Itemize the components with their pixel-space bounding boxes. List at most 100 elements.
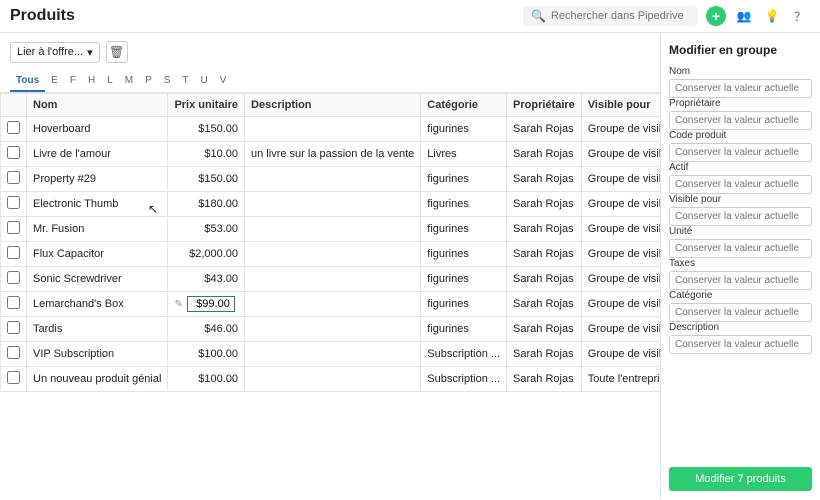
cell-prop[interactable]: Sarah Rojas — [507, 192, 582, 217]
cell-prop[interactable]: Sarah Rojas — [507, 317, 582, 342]
field-input[interactable] — [669, 111, 812, 130]
price-input[interactable] — [187, 296, 235, 312]
cell-prop[interactable]: Sarah Rojas — [507, 342, 582, 367]
row-checkbox[interactable] — [7, 371, 20, 384]
cell-desc[interactable] — [245, 117, 421, 142]
cell-prix[interactable]: $10.00 — [168, 142, 245, 167]
row-checkbox[interactable] — [7, 321, 20, 334]
cell-desc[interactable] — [245, 217, 421, 242]
alpha-h[interactable]: H — [82, 71, 101, 92]
cell-prop[interactable]: Sarah Rojas — [507, 117, 582, 142]
alpha-l[interactable]: L — [101, 71, 119, 92]
cell-vis[interactable]: Groupe de visibilité du propriétaire — [581, 267, 660, 292]
cell-vis[interactable]: Groupe de visibilité du propriétaire — [581, 342, 660, 367]
delete-button[interactable]: 🗑 — [106, 41, 128, 63]
cell-prix[interactable]: $43.00 — [168, 267, 245, 292]
cell-nom[interactable]: Flux Capacitor — [27, 242, 168, 267]
row-checkbox[interactable] — [7, 196, 20, 209]
field-input[interactable] — [669, 79, 812, 98]
cell-nom[interactable]: Sonic Screwdriver — [27, 267, 168, 292]
cell-cat[interactable]: Subscription ... — [421, 367, 507, 392]
alpha-m[interactable]: M — [119, 71, 139, 92]
cell-vis[interactable]: Groupe de visibilité du propriétaire — [581, 292, 660, 317]
cell-prop[interactable]: Sarah Rojas — [507, 242, 582, 267]
alpha-p[interactable]: P — [139, 71, 158, 92]
field-input[interactable] — [669, 303, 812, 322]
cell-cat[interactable]: figurines — [421, 167, 507, 192]
cell-vis[interactable]: Groupe de visibilité du propriétaire — [581, 217, 660, 242]
cell-prop[interactable]: Sarah Rojas — [507, 292, 582, 317]
cell-cat[interactable]: figurines — [421, 217, 507, 242]
cell-prop[interactable]: Sarah Rojas — [507, 142, 582, 167]
cell-vis[interactable]: Groupe de visibilité du propriétaire — [581, 167, 660, 192]
alpha-v[interactable]: V — [214, 71, 233, 92]
cell-prix[interactable]: $100.00 — [168, 342, 245, 367]
row-checkbox[interactable] — [7, 171, 20, 184]
alpha-tous[interactable]: Tous — [10, 71, 45, 92]
cell-nom[interactable]: Hoverboard — [27, 117, 168, 142]
cell-vis[interactable]: Toute l'entreprise — [581, 367, 660, 392]
cell-nom[interactable]: Un nouveau produit génial — [27, 367, 168, 392]
field-input[interactable] — [669, 143, 812, 162]
cell-cat[interactable]: figurines — [421, 117, 507, 142]
row-checkbox[interactable] — [7, 296, 20, 309]
cell-prop[interactable]: Sarah Rojas — [507, 367, 582, 392]
cell-desc[interactable] — [245, 342, 421, 367]
col-prix-unitaire[interactable]: Prix unitaire — [168, 94, 245, 117]
cell-nom[interactable]: Property #29 — [27, 167, 168, 192]
cell-cat[interactable]: figurines — [421, 267, 507, 292]
cell-cat[interactable]: Subscription ... — [421, 342, 507, 367]
cell-nom[interactable]: Electronic Thumb — [27, 192, 168, 217]
cell-vis[interactable]: Groupe de visibilité du propriétaire — [581, 317, 660, 342]
col-visible-pour[interactable]: Visible pour — [581, 94, 660, 117]
cell-cat[interactable]: figurines — [421, 292, 507, 317]
cell-desc[interactable] — [245, 292, 421, 317]
field-input[interactable] — [669, 207, 812, 226]
row-checkbox[interactable] — [7, 146, 20, 159]
cell-desc[interactable] — [245, 317, 421, 342]
cell-vis[interactable]: Groupe de visibilité du propriétaire — [581, 192, 660, 217]
cell-vis[interactable]: Groupe de visibilité du propriétaire — [581, 117, 660, 142]
cell-prop[interactable]: Sarah Rojas — [507, 267, 582, 292]
search-input[interactable] — [551, 10, 690, 22]
add-button[interactable]: + — [706, 6, 726, 26]
cell-prop[interactable]: Sarah Rojas — [507, 217, 582, 242]
bulb-icon[interactable]: 💡 — [762, 6, 782, 26]
cell-prix[interactable]: $100.00 — [168, 367, 245, 392]
cell-prix[interactable]: $150.00 — [168, 167, 245, 192]
cell-prix[interactable]: ✎ — [168, 292, 245, 317]
search-wrap[interactable]: 🔍 — [523, 6, 698, 26]
alpha-t[interactable]: T — [176, 71, 194, 92]
cell-prix[interactable]: $2,000.00 — [168, 242, 245, 267]
cell-cat[interactable]: figurines — [421, 242, 507, 267]
cell-desc[interactable]: un livre sur la passion de la vente — [245, 142, 421, 167]
cell-nom[interactable]: Lemarchand's Box — [27, 292, 168, 317]
alpha-e[interactable]: E — [45, 71, 64, 92]
cell-prix[interactable]: $46.00 — [168, 317, 245, 342]
field-input[interactable] — [669, 335, 812, 354]
cell-desc[interactable] — [245, 267, 421, 292]
link-offer-dropdown[interactable]: Lier à l'offre... ▾ — [10, 42, 100, 63]
row-checkbox[interactable] — [7, 346, 20, 359]
users-icon[interactable]: 👥 — [734, 6, 754, 26]
cell-nom[interactable]: Tardis — [27, 317, 168, 342]
cell-prop[interactable]: Sarah Rojas — [507, 167, 582, 192]
cell-prix[interactable]: $53.00 — [168, 217, 245, 242]
row-checkbox[interactable] — [7, 246, 20, 259]
cell-nom[interactable]: Mr. Fusion — [27, 217, 168, 242]
cell-cat[interactable]: Livres — [421, 142, 507, 167]
field-input[interactable] — [669, 271, 812, 290]
cell-desc[interactable] — [245, 242, 421, 267]
help-icon[interactable]: ？ — [790, 6, 810, 26]
cell-cat[interactable]: figurines — [421, 317, 507, 342]
row-checkbox[interactable] — [7, 221, 20, 234]
cell-nom[interactable]: VIP Subscription — [27, 342, 168, 367]
cell-vis[interactable]: Groupe de visibilité du propriétaire — [581, 242, 660, 267]
cell-nom[interactable]: Livre de l'amour — [27, 142, 168, 167]
col-nom[interactable]: Nom — [27, 94, 168, 117]
cell-desc[interactable] — [245, 192, 421, 217]
cell-vis[interactable]: Groupe de visibilité du propriétaire — [581, 142, 660, 167]
cell-desc[interactable] — [245, 167, 421, 192]
col-propriétaire[interactable]: Propriétaire — [507, 94, 582, 117]
row-checkbox[interactable] — [7, 121, 20, 134]
